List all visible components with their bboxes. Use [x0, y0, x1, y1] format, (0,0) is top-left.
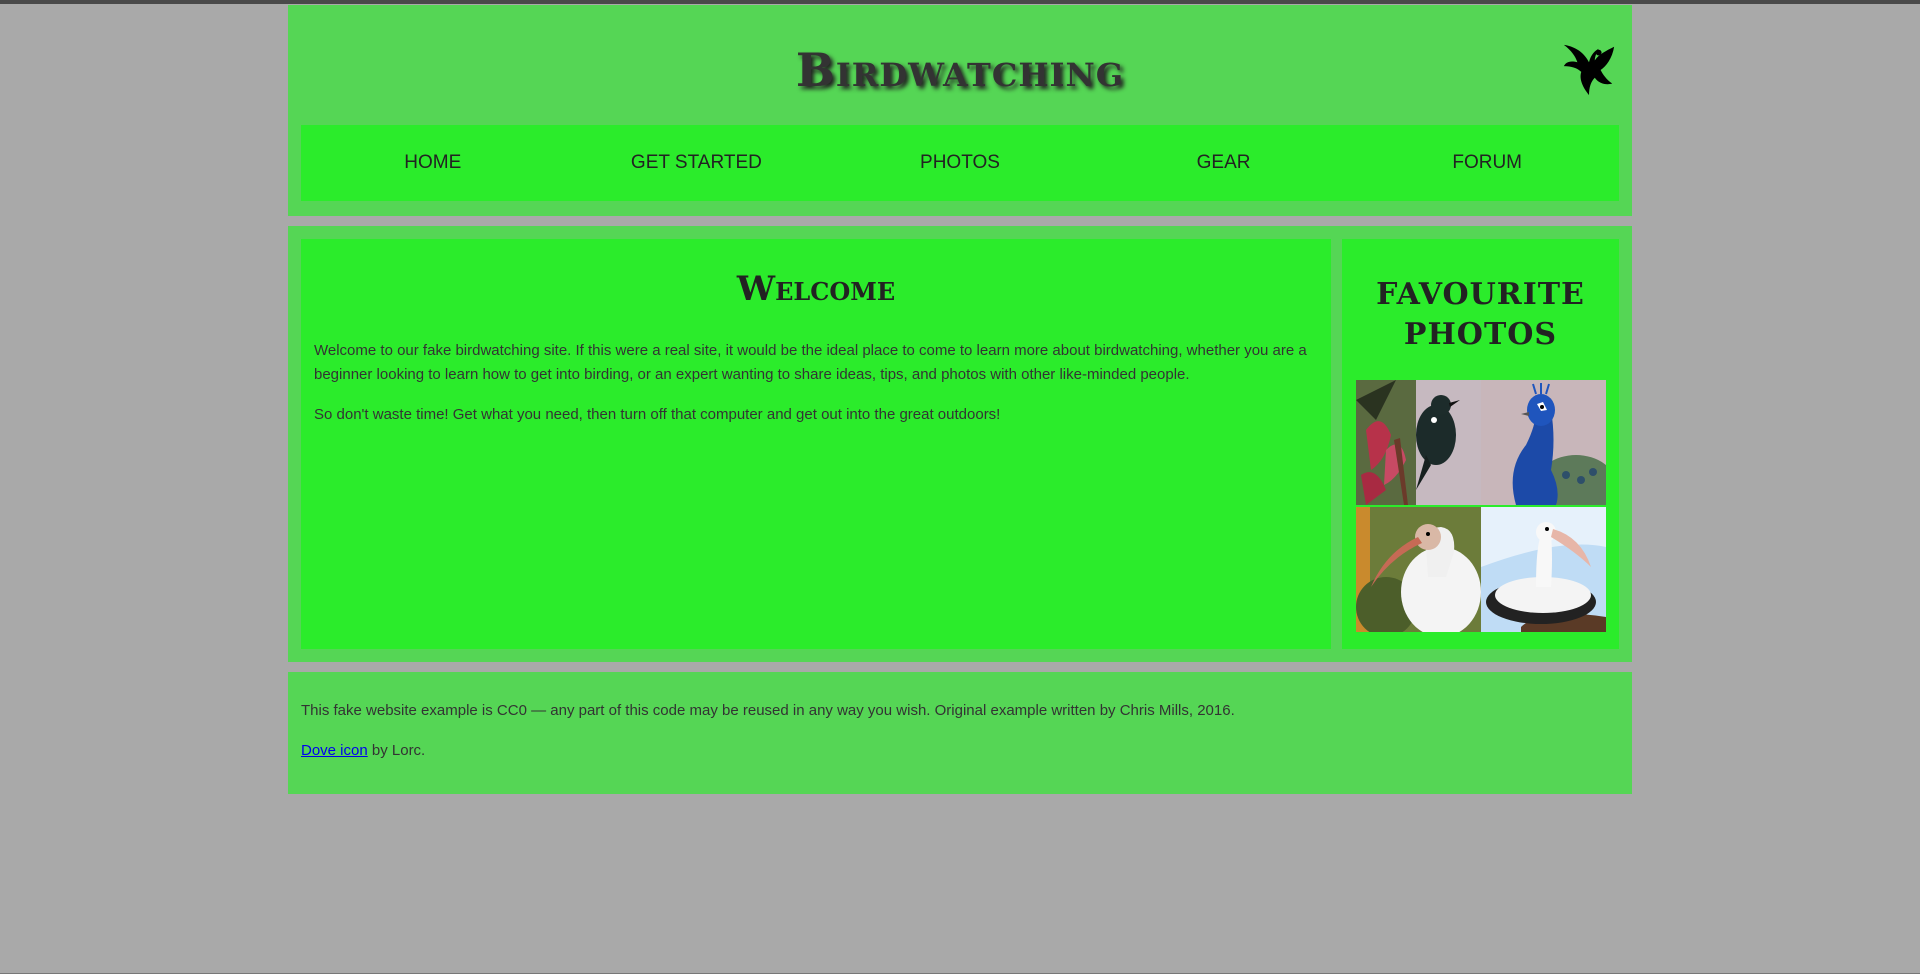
page-container: Birdwatching HOME GET STARTED PHOTOS GEA… — [288, 5, 1632, 794]
pelican-photo[interactable] — [1481, 507, 1606, 632]
footer-license-text: This fake website example is CC0 — any p… — [301, 702, 1235, 719]
welcome-article: Welcome Welcome to our fake birdwatching… — [301, 239, 1331, 649]
photo-grid — [1356, 380, 1606, 632]
peacock-photo[interactable] — [1481, 380, 1606, 505]
article-heading: Welcome — [736, 269, 896, 309]
dove-icon — [1563, 44, 1615, 96]
dove-icon-link[interactable]: Dove icon — [301, 742, 368, 759]
article-paragraph: Welcome to our fake birdwatching site. I… — [314, 342, 1307, 383]
site-title: Birdwatching — [795, 43, 1125, 97]
nav-gear[interactable]: GEAR — [1092, 125, 1356, 201]
aside-heading: FAVOURITE PHOTOS — [1376, 277, 1585, 352]
nav-forum[interactable]: FORUM — [1355, 125, 1619, 201]
ibis-photo[interactable] — [1356, 507, 1481, 632]
nav-home[interactable]: HOME — [301, 125, 565, 201]
footer-credit-suffix: by Lorc. — [367, 742, 426, 759]
site-header: Birdwatching HOME GET STARTED PHOTOS GEA… — [288, 5, 1632, 216]
favourite-photos-aside: FAVOURITE PHOTOS — [1342, 239, 1619, 649]
nav-get-started[interactable]: GET STARTED — [565, 125, 829, 201]
footer-credit: Dove icon by Lorc. — [301, 742, 425, 759]
main-content: Welcome Welcome to our fake birdwatching… — [288, 226, 1632, 662]
tui-photo[interactable] — [1356, 380, 1481, 505]
nav-photos[interactable]: PHOTOS — [828, 125, 1092, 201]
main-nav: HOME GET STARTED PHOTOS GEAR FORUM — [301, 125, 1619, 201]
article-paragraph: So don't waste time! Get what you need, … — [314, 406, 1001, 423]
site-footer: This fake website example is CC0 — any p… — [288, 672, 1632, 794]
